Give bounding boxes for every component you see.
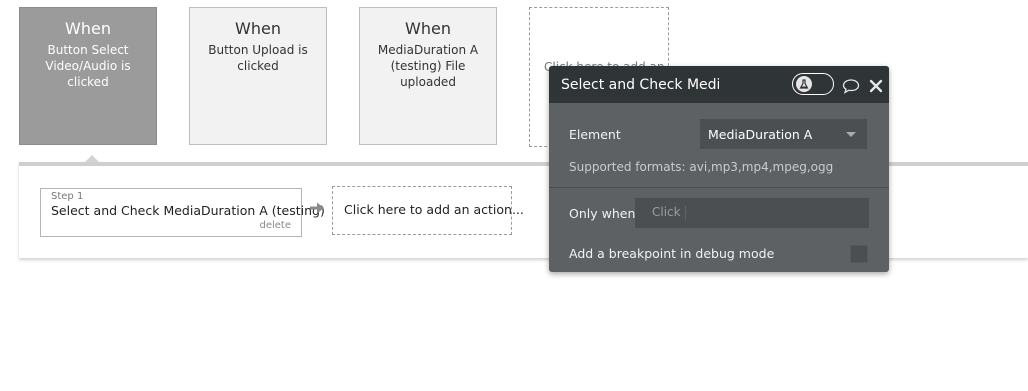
add-action-label: Click here to add an action... <box>344 202 524 217</box>
field-separator <box>685 206 686 220</box>
element-dropdown-value: MediaDuration A <box>708 127 813 142</box>
arrow-right-icon <box>310 202 324 214</box>
flask-toggle-icon[interactable] <box>792 73 834 95</box>
event-when-label: When <box>65 19 111 38</box>
only-when-label: Only when <box>569 206 636 221</box>
event-card-upload[interactable]: When Button Upload is clicked <box>189 7 327 145</box>
step-1-action[interactable]: Step 1 Select and Check MediaDuration A … <box>40 188 325 237</box>
panel-title[interactable]: Select and Check MediaI <box>561 77 719 93</box>
event-card-file-uploaded[interactable]: When MediaDuration A (testing) File uplo… <box>359 7 497 145</box>
event-description: Button Select Video/Audio is clicked <box>45 43 131 89</box>
add-action-button[interactable]: Click here to add an action... <box>332 186 524 235</box>
breakpoint-label: Add a breakpoint in debug mode <box>569 246 775 261</box>
panel-header: Select and Check MediaI <box>549 66 889 103</box>
event-description: Button Upload is clicked <box>208 43 308 73</box>
element-dropdown[interactable]: MediaDuration A <box>700 119 867 149</box>
step-title: Select and Check MediaDuration A (testin… <box>51 203 325 218</box>
close-icon[interactable] <box>869 79 883 93</box>
step-delete-link[interactable]: delete <box>259 220 291 231</box>
breakpoint-checkbox[interactable] <box>850 245 868 263</box>
toggle-knob <box>796 76 812 92</box>
step-number: Step 1 <box>51 191 84 202</box>
element-label: Element <box>569 127 621 142</box>
panel-divider <box>549 187 889 188</box>
flask-icon <box>799 79 809 89</box>
chevron-down-icon <box>846 132 856 137</box>
event-when-label: When <box>235 19 281 38</box>
comment-icon[interactable] <box>842 78 860 94</box>
only-when-field[interactable]: Click <box>635 198 869 228</box>
event-description: MediaDuration A (testing) File uploaded <box>377 43 479 89</box>
event-when-label: When <box>405 19 451 38</box>
only-when-placeholder: Click <box>652 205 681 219</box>
event-card-select-video[interactable]: When Button Select Video/Audio is clicke… <box>19 7 157 145</box>
supported-formats-text: Supported formats: avi,mp3,mp4,mpeg,ogg <box>569 160 834 174</box>
action-property-panel: Select and Check MediaI Element MediaDur… <box>549 66 889 272</box>
